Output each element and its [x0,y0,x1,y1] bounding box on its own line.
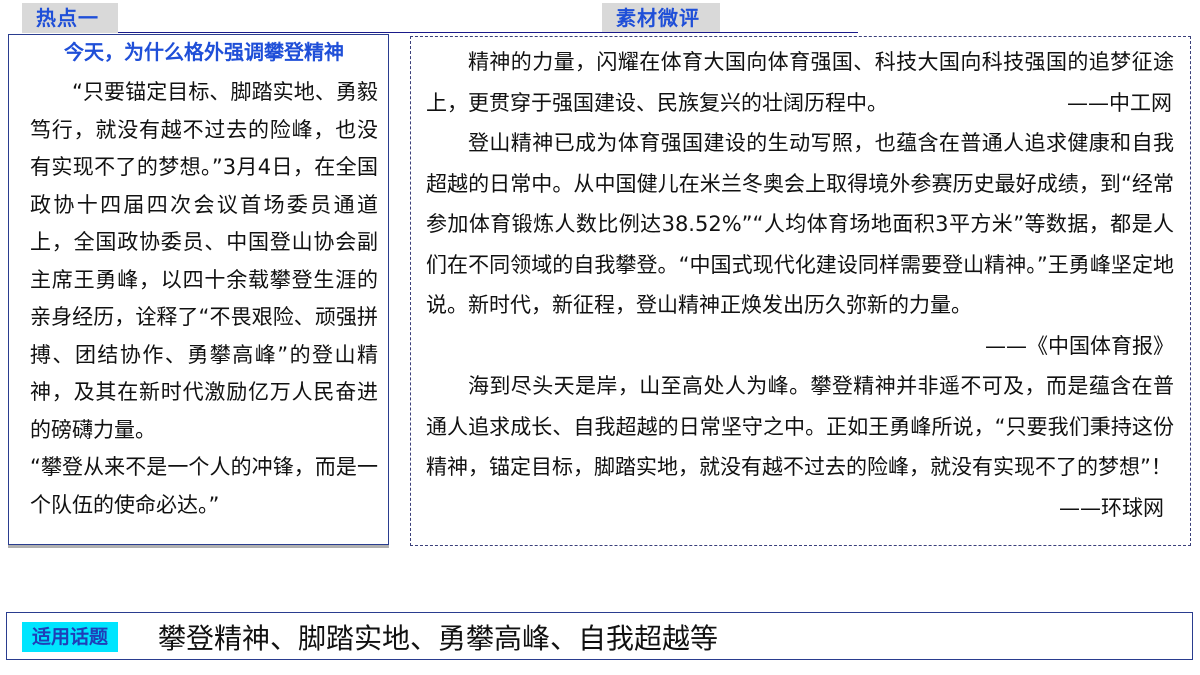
applicable-topics-tag: 适用话题 [22,622,118,652]
review-paragraph-2: 登山精神已成为体育强国建设的生动写照，也蕴含在普通人追求健康和自我超越的日常中。… [426,131,1174,317]
topics-list: 攀登精神、脚踏实地、勇攀高峰、自我超越等 [158,622,719,655]
source-citation-1: ——中工网 [1067,90,1172,115]
hot-topic-tag: 热点一 [22,3,118,33]
review-paragraph-1: 精神的力量，闪耀在体育大国向体育强国、科技大国向科技强国的追梦征途上，更贯穿于强… [426,42,1174,123]
slide: 热点一 素材微评 今天，为什么格外强调攀登精神 “只要锚定目标、脚踏实地、勇毅笃… [0,0,1200,675]
material-review-tag: 素材微评 [602,3,720,33]
header-divider [118,32,858,33]
review-body: 精神的力量，闪耀在体育大国向体育强国、科技大国向科技强国的追梦征途上，更贯穿于强… [426,42,1174,528]
source-citation-3: ——环球网 [1059,495,1164,520]
news-title: 今天，为什么格外强调攀登精神 [64,40,344,64]
news-paragraph: “只要锚定目标、脚踏实地、勇毅笃行，就没有越不过去的险峰，也没有实现不了的梦想。… [30,80,378,442]
news-panel-shadow [8,545,389,548]
news-quote: “攀登从来不是一个人的冲锋，而是一个队伍的使命必达。” [30,455,378,517]
review-paragraph-3: 海到尽头天是岸，山至高处人为峰。攀登精神并非遥不可及，而是蕴含在普通人追求成长、… [426,374,1174,479]
news-body: “只要锚定目标、脚踏实地、勇毅笃行，就没有越不过去的险峰，也没有实现不了的梦想。… [30,74,378,524]
source-citation-2: ——《中国体育报》 [985,333,1174,358]
